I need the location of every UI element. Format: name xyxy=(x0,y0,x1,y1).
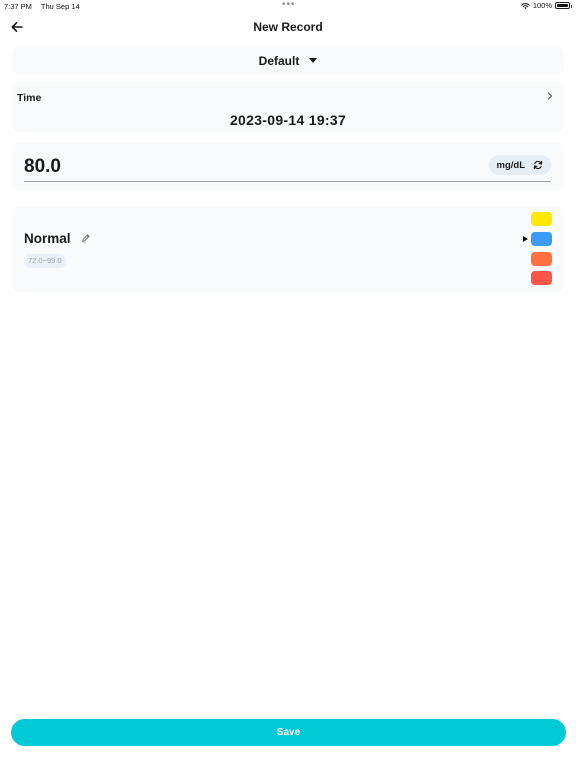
profile-dropdown[interactable]: Default xyxy=(12,54,564,68)
selected-pointer-icon xyxy=(523,236,528,242)
status-color-swatch[interactable] xyxy=(531,252,552,266)
reading-card: mg/dL xyxy=(12,142,564,190)
time-card[interactable]: Time 2023-09-14 19:37 xyxy=(12,82,564,132)
reading-value-input[interactable] xyxy=(24,152,551,182)
status-left: 7:37 PM Thu Sep 14 xyxy=(4,2,87,11)
status-date: Thu Sep 14 xyxy=(40,2,80,11)
profile-card: Default xyxy=(12,47,564,75)
chevron-right-icon[interactable] xyxy=(546,91,554,101)
caret-down-icon xyxy=(309,58,318,63)
refresh-icon xyxy=(533,160,543,170)
time-label: Time xyxy=(17,92,42,104)
status-color-swatch[interactable] xyxy=(531,271,552,285)
battery-level xyxy=(557,4,568,7)
time-value[interactable]: 2023-09-14 19:37 xyxy=(12,112,564,128)
status-name: Normal xyxy=(24,231,71,246)
profile-selected-label: Default xyxy=(258,54,300,68)
wifi-icon xyxy=(521,2,530,9)
pencil-edit-icon[interactable] xyxy=(81,233,91,243)
status-time: 7:37 PM xyxy=(4,2,32,11)
range-badge: 72.0~99.0 xyxy=(24,254,66,268)
save-button[interactable]: Save xyxy=(11,719,566,746)
battery-percent: 100% xyxy=(532,1,552,10)
multitasking-dots-icon[interactable]: ••• xyxy=(282,0,296,10)
status-color-swatch[interactable] xyxy=(531,232,552,246)
status-card: Normal 72.0~99.0 xyxy=(12,206,564,292)
unit-label: mg/dL xyxy=(496,159,526,171)
status-color-swatch[interactable] xyxy=(531,212,552,226)
unit-toggle-button[interactable]: mg/dL xyxy=(488,155,551,175)
status-right: 100% xyxy=(521,1,572,10)
nav-bar: New Record xyxy=(0,14,576,40)
status-bar: 7:37 PM Thu Sep 14 ••• 100% xyxy=(0,0,576,12)
page-title: New Record xyxy=(253,20,323,34)
battery-icon xyxy=(555,2,572,9)
